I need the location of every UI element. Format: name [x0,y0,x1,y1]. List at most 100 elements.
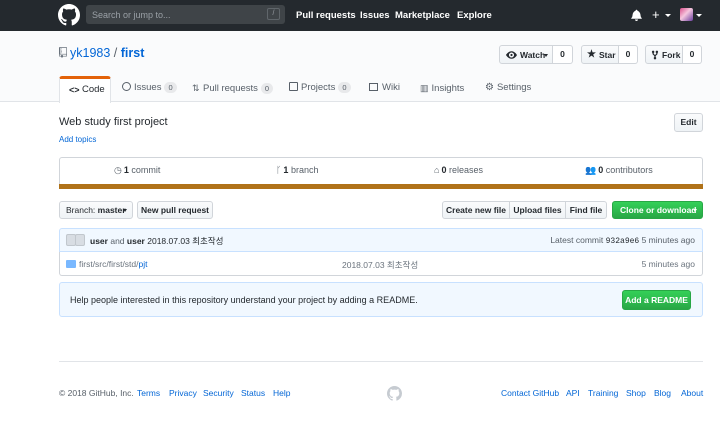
branches-link[interactable]: ᚴ1 branch [276,165,318,175]
releases-link[interactable]: ⌂ 0 releases [434,165,483,175]
watch-label: Watch [520,50,546,60]
footer-link-contact[interactable]: Contact GitHub [501,388,559,398]
tab-counter: 0 [164,82,177,93]
commit-message-link[interactable]: 2018.07.03 최초작성 [147,236,223,246]
nav-issues[interactable]: Issues [360,10,390,21]
book-icon [369,83,378,91]
nav-explore[interactable]: Explore [457,10,492,21]
watch-count[interactable]: 0 [553,45,573,64]
avatar[interactable] [680,8,693,21]
star-icon: ★ [587,49,596,60]
tab-projects[interactable]: Projects 0 [289,76,351,102]
create-new-file-button[interactable]: Create new file [442,201,510,219]
search-input[interactable] [86,5,261,24]
nav-pull-requests[interactable]: Pull requests [296,10,356,21]
tab-wiki[interactable]: Wiki [369,76,400,102]
caret-down-icon[interactable] [696,14,702,17]
gear-icon: ⚙ [485,82,494,93]
avatar[interactable] [66,234,86,246]
find-file-button[interactable]: Find file [565,201,607,219]
search-shortcut-key: / [267,8,280,20]
file-path[interactable]: first/src/first/std/pjt [79,259,147,269]
file-path-last[interactable]: pjt [139,259,148,269]
tab-pull-requests[interactable]: ⇅ Pull requests 0 [192,76,274,102]
branch-select-button[interactable]: Branch: master [59,201,133,219]
footer-link-security[interactable]: Security [203,388,234,398]
nav-marketplace[interactable]: Marketplace [395,10,450,21]
history-icon: ◷ [114,165,122,175]
footer-divider [59,361,703,362]
footer-copyright: © 2018 GitHub, Inc. [59,388,134,398]
clone-download-button[interactable]: Clone or download [612,201,703,219]
repo-name-link[interactable]: first [121,46,145,60]
branch-select-value: master [97,205,126,215]
github-logo-icon[interactable] [58,4,80,26]
footer-link-blog[interactable]: Blog [654,388,671,398]
tab-settings[interactable]: ⚙ Settings [485,76,531,102]
tab-insights[interactable]: ▥ Insights [420,76,464,102]
footer-link-terms[interactable]: Terms [137,388,160,398]
star-count[interactable]: 0 [619,45,638,64]
commits-count: 1 [123,165,129,175]
watch-button[interactable]: Watch [499,45,553,64]
folder-icon [66,260,76,268]
footer-link-training[interactable]: Training [588,388,618,398]
repo-icon [59,47,67,58]
commit-and-text: and [110,236,125,246]
issue-icon [122,82,131,91]
releases-label: releases [448,165,483,175]
footer-link-help[interactable]: Help [273,388,290,398]
branch-select-label: Branch: [66,205,96,215]
star-button[interactable]: ★ Star [581,45,619,64]
bell-icon[interactable] [631,9,642,21]
repo-description: Web study first project [59,116,168,128]
footer-link-about[interactable]: About [681,388,703,398]
latest-commit-label: Latest commit [550,235,604,245]
add-topics-link[interactable]: Add topics [59,135,96,144]
footer-link-api[interactable]: API [566,388,580,398]
contributors-label: contributors [605,165,653,175]
footer-link-privacy[interactable]: Privacy [169,388,197,398]
caret-down-icon[interactable] [665,14,671,17]
upload-files-button[interactable]: Upload files [509,201,566,219]
clone-download-label: Clone or download [620,205,697,215]
edit-button[interactable]: Edit [674,113,703,132]
github-mark-icon[interactable] [387,386,402,401]
footer-link-shop[interactable]: Shop [626,388,646,398]
commit-author-link[interactable]: user [90,236,108,246]
commit-sha-link[interactable]: 932a9e6 [606,237,640,246]
file-time: 5 minutes ago [641,259,695,269]
committer-link[interactable]: user [127,236,145,246]
contributors-link[interactable]: 👥 0 contributors [585,165,653,176]
commit-authors: user and user 2018.07.03 최초작성 [90,235,223,247]
code-icon: <> [69,85,80,95]
contributors-count: 0 [598,165,604,175]
repo-owner-link[interactable]: yk1983 [70,46,110,60]
caret-down-icon [123,209,127,212]
fork-button[interactable]: Fork [645,45,683,64]
project-icon [289,82,298,91]
graph-icon: ▥ [420,83,429,93]
fork-icon [651,50,659,60]
file-commit-message[interactable]: 2018.07.03 최초작성 [342,259,418,271]
language-bar[interactable] [59,184,703,189]
tab-label: Code [82,84,105,95]
repo-title: yk1983 / first [70,46,144,60]
latest-commit-info: Latest commit 932a9e6 5 minutes ago [550,235,695,246]
commit-time: 5 minutes ago [641,235,695,245]
tab-code[interactable]: <> Code [59,76,111,103]
plus-icon[interactable]: + [652,8,660,21]
tab-label: Projects [301,82,336,93]
new-pull-request-button[interactable]: New pull request [137,201,213,219]
fork-label: Fork [662,50,681,60]
search-box[interactable] [86,5,285,24]
footer-link-status[interactable]: Status [241,388,265,398]
fork-count[interactable]: 0 [683,45,702,64]
readme-prompt-text: Help people interested in this repositor… [70,295,418,305]
commits-link[interactable]: ◷ 1 commit [114,165,160,176]
tab-issues[interactable]: Issues 0 [122,76,177,102]
add-readme-button[interactable]: Add a README [622,290,691,310]
eye-icon [506,51,517,59]
tab-label: Wiki [382,82,400,93]
branches-label: branch [290,165,319,175]
